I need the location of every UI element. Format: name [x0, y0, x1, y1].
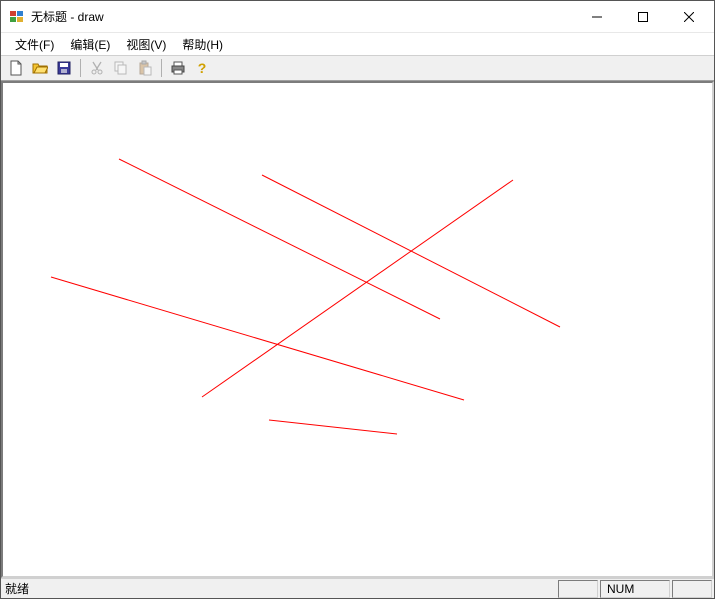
- print-button[interactable]: [167, 57, 189, 79]
- window-title: 无标题 - draw: [31, 8, 104, 25]
- minimize-button[interactable]: [574, 2, 620, 32]
- new-file-button[interactable]: [5, 57, 27, 79]
- menubar: 文件(F) 编辑(E) 视图(V) 帮助(H): [1, 33, 714, 55]
- save-button[interactable]: [53, 57, 75, 79]
- menu-view[interactable]: 视图(V): [118, 34, 174, 55]
- menu-file[interactable]: 文件(F): [7, 34, 62, 55]
- menu-help[interactable]: 帮助(H): [174, 34, 231, 55]
- statusbar: 就绪 NUM: [1, 578, 714, 598]
- menu-edit[interactable]: 编辑(E): [62, 34, 118, 55]
- help-button[interactable]: ?: [191, 57, 213, 79]
- close-button[interactable]: [666, 2, 712, 32]
- open-file-button[interactable]: [29, 57, 51, 79]
- titlebar: 无标题 - draw: [1, 1, 714, 33]
- copy-button[interactable]: [110, 57, 132, 79]
- cut-button[interactable]: [86, 57, 108, 79]
- paste-button[interactable]: [134, 57, 156, 79]
- toolbar: ?: [1, 55, 714, 81]
- svg-text:?: ?: [198, 60, 207, 76]
- drawing-canvas[interactable]: [1, 81, 714, 578]
- status-cell-caps: [558, 580, 598, 598]
- toolbar-separator: [161, 59, 162, 77]
- status-cell-num: NUM: [600, 580, 670, 598]
- toolbar-separator: [80, 59, 81, 77]
- status-ready: 就绪: [1, 580, 558, 597]
- status-cell-scroll: [672, 580, 712, 598]
- app-icon: [9, 9, 25, 25]
- canvas-svg: [3, 83, 712, 576]
- maximize-button[interactable]: [620, 2, 666, 32]
